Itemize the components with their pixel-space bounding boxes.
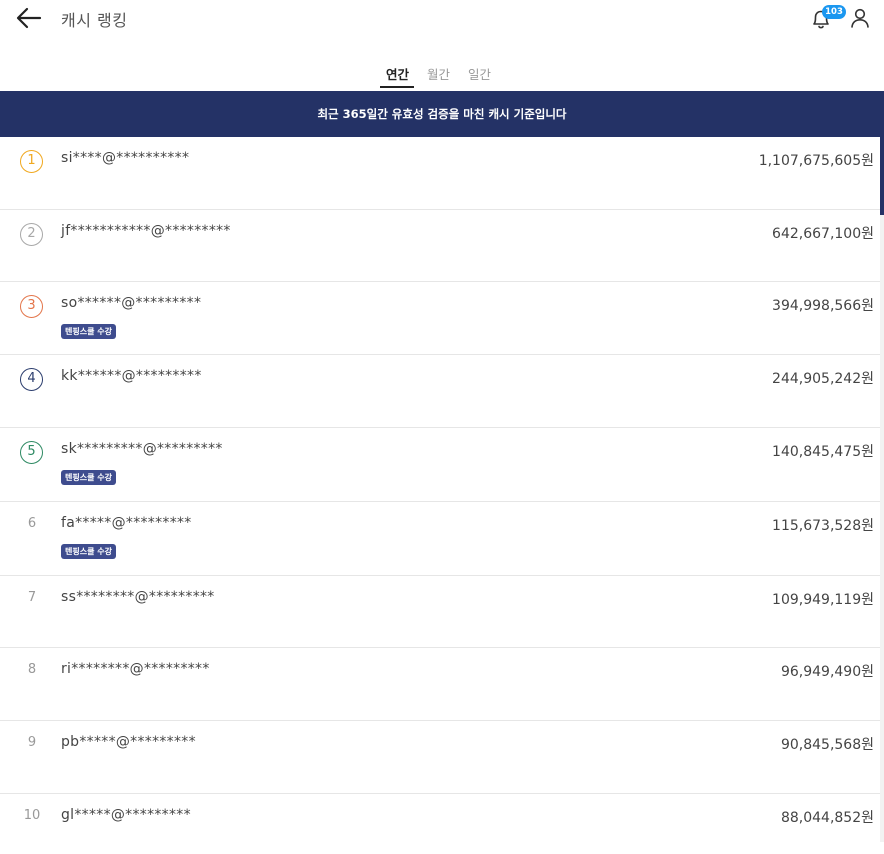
user-id: pb*****@********* xyxy=(61,734,196,750)
user-id: si****@********** xyxy=(61,150,190,166)
ranking-row[interactable]: 7 ss********@********* 109,949,119원 xyxy=(0,576,880,648)
scrollbar-track[interactable] xyxy=(880,137,884,842)
ranking-list: 1 si****@********** 1,107,675,605원 2 jf*… xyxy=(0,137,880,854)
cash-amount: 140,845,475원 xyxy=(772,444,874,460)
cash-amount: 244,905,242원 xyxy=(772,371,874,387)
cash-amount: 109,949,119원 xyxy=(772,592,874,608)
course-tag: 텐핑스쿨 수강 xyxy=(61,470,116,485)
rank-number: 9 xyxy=(27,735,37,750)
notification-count-badge: 103 xyxy=(822,5,846,19)
rank-number: 6 xyxy=(27,516,37,531)
tab-monthly[interactable]: 월간 xyxy=(427,64,450,83)
arrow-left-icon xyxy=(16,7,42,29)
scrollbar-thumb[interactable] xyxy=(880,137,884,215)
tab-yearly[interactable]: 연간 xyxy=(386,64,409,83)
rank-number: 8 xyxy=(27,662,37,677)
user-id: jf***********@********* xyxy=(61,223,231,239)
user-icon xyxy=(851,8,869,28)
cash-amount: 90,845,568원 xyxy=(780,737,874,753)
back-button[interactable] xyxy=(14,4,44,32)
rank-badge: 2 xyxy=(20,223,43,246)
app-header: 캐시 랭킹 103 xyxy=(0,0,884,40)
rank-number: 7 xyxy=(27,590,37,605)
period-tabs: 연간 월간 일간 xyxy=(0,58,884,90)
course-tag: 텐핑스쿨 수강 xyxy=(61,324,116,339)
rank-badge: 1 xyxy=(20,150,43,173)
cash-amount: 394,998,566원 xyxy=(772,298,874,314)
course-tag: 텐핑스쿨 수강 xyxy=(61,544,116,559)
cash-amount: 115,673,528원 xyxy=(772,518,874,534)
cash-amount: 1,107,675,605원 xyxy=(758,153,874,169)
page-title: 캐시 랭킹 xyxy=(61,11,128,30)
user-id: ri********@********* xyxy=(61,661,210,677)
ranking-row[interactable]: 5 sk*********@********* 140,845,475원 텐핑스… xyxy=(0,428,880,502)
rank-number: 10 xyxy=(23,808,41,823)
user-id: gl*****@********* xyxy=(61,807,191,823)
ranking-row[interactable]: 9 pb*****@********* 90,845,568원 xyxy=(0,721,880,794)
info-banner: 최근 365일간 유효성 검증을 마친 캐시 기준입니다 xyxy=(0,91,884,137)
user-id: ss********@********* xyxy=(61,589,215,605)
rank-badge: 4 xyxy=(20,368,43,391)
ranking-row[interactable]: 6 fa*****@********* 115,673,528원 텐핑스쿨 수강 xyxy=(0,502,880,576)
user-id: sk*********@********* xyxy=(61,441,223,457)
ranking-row[interactable]: 10 gl*****@********* 88,044,852원 xyxy=(0,794,880,854)
user-id: so******@********* xyxy=(61,295,202,311)
user-id: fa*****@********* xyxy=(61,515,192,531)
cash-amount: 642,667,100원 xyxy=(772,226,874,242)
cash-amount: 88,044,852원 xyxy=(780,810,874,826)
ranking-row[interactable]: 1 si****@********** 1,107,675,605원 xyxy=(0,137,880,210)
profile-button[interactable] xyxy=(848,6,872,30)
ranking-row[interactable]: 2 jf***********@********* 642,667,100원 xyxy=(0,210,880,282)
ranking-row[interactable]: 8 ri********@********* 96,949,490원 xyxy=(0,648,880,721)
ranking-row[interactable]: 4 kk******@********* 244,905,242원 xyxy=(0,355,880,428)
tab-daily[interactable]: 일간 xyxy=(468,64,491,83)
ranking-row[interactable]: 3 so******@********* 394,998,566원 텐핑스쿨 수… xyxy=(0,282,880,355)
rank-badge: 5 xyxy=(20,441,43,464)
user-id: kk******@********* xyxy=(61,368,202,384)
active-tab-indicator xyxy=(380,86,414,88)
rank-badge: 3 xyxy=(20,295,43,318)
cash-amount: 96,949,490원 xyxy=(780,664,874,680)
